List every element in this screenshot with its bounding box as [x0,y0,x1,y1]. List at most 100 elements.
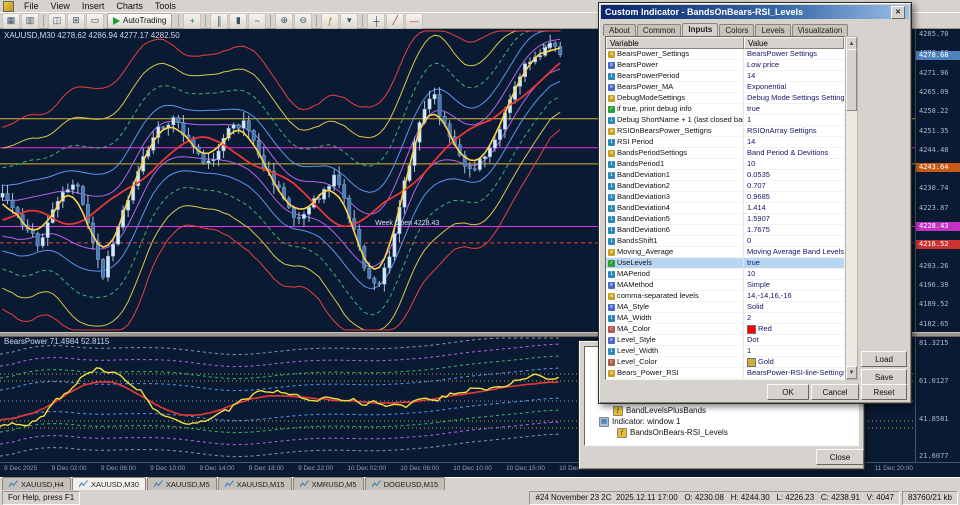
input-row[interactable]: 1BandDeviation41.414 [606,203,844,214]
input-row[interactable]: aDebugModeSettingsDebug Mode Settings Se… [606,93,844,104]
reset-button[interactable]: Reset [861,384,907,400]
input-value-cell[interactable]: Red [744,324,844,334]
table-scrollbar[interactable]: ▲ ▼ [845,36,858,380]
menu-view[interactable]: View [45,0,76,12]
app-icon[interactable] [3,1,14,12]
input-row[interactable]: aBears_Power_RSIBearsPower-RSI-line-Sett… [606,368,844,379]
menu-insert[interactable]: Insert [76,0,111,12]
input-row[interactable]: ≡Level_StyleDot [606,335,844,346]
terminal-icon[interactable]: ▭ [86,13,104,29]
menu-file[interactable]: File [18,0,45,12]
input-row[interactable]: aBandsPeriodSettingsBand Period & Deviti… [606,148,844,159]
crosshair-icon[interactable]: ┼ [367,13,385,29]
menu-tools[interactable]: Tools [149,0,182,12]
input-value-cell[interactable]: RSIOnArray Settigns [744,126,844,136]
zoom-in-icon[interactable]: ⊕ [275,13,293,29]
input-row[interactable]: ✓if true, print debug infotrue [606,104,844,115]
input-value-cell[interactable]: Simple [744,280,844,290]
navigator-icon[interactable]: ⊞ [67,13,85,29]
dialog-tab-about[interactable]: About [603,24,636,36]
chart-tab-xauusd-m30[interactable]: XAUUSD,M30 [72,477,146,490]
input-row[interactable]: 1BandsShift10 [606,236,844,247]
chart-tab-xauusd-m5[interactable]: XAUUSD,M5 [147,477,217,490]
trendline-icon[interactable]: ╱ [386,13,404,29]
input-row[interactable]: 1RSI Period14 [606,137,844,148]
input-row[interactable]: 1Debug ShortName + 1 (last closed bar)1 [606,115,844,126]
input-row[interactable]: 1BandsPeriod110 [606,159,844,170]
market-watch-icon[interactable]: ◫ [48,13,66,29]
chart-profiles-icon[interactable]: ▥ [21,13,39,29]
dialog-tab-levels[interactable]: Levels [755,24,790,36]
input-row[interactable]: ≡MAMethodSimple [606,280,844,291]
input-value-cell[interactable]: true [744,258,844,268]
input-row[interactable]: 1MA_Width2 [606,313,844,324]
input-value-cell[interactable]: 1 [744,115,844,125]
chart-tab-dogeusd-m15[interactable]: DOGEUSD,M15 [365,477,446,490]
input-row[interactable]: 1RSI_Style0 [606,379,844,380]
autotrading-button[interactable]: AutoTrading [107,13,172,29]
input-value-cell[interactable]: Dot [744,335,844,345]
scroll-down-icon[interactable]: ▼ [846,366,857,379]
input-row[interactable]: 1MAPeriod10 [606,269,844,280]
input-value-cell[interactable]: 1.5907 [744,214,844,224]
indicator-list-item[interactable]: ƒBandsOnBears-RSI_Levels [585,427,858,438]
input-value-cell[interactable]: 14 [744,137,844,147]
close-button[interactable]: Close [816,449,864,465]
input-value-cell[interactable]: 1 [744,346,844,356]
input-row[interactable]: 1BandDeviation51.5907 [606,214,844,225]
input-value-cell[interactable]: Solid [744,302,844,312]
input-row[interactable]: 1BandDeviation61.7675 [606,225,844,236]
input-row[interactable]: ✓UseLevelstrue [606,258,844,269]
input-value-cell[interactable]: 2 [744,313,844,323]
dialog-title-bar[interactable]: Custom Indicator - BandsOnBears-RSI_Leve… [601,5,909,19]
cancel-button[interactable]: Cancel [811,384,859,400]
input-value-cell[interactable]: Gold [744,357,844,367]
input-row[interactable]: ≡BearsPower_MAExponential [606,82,844,93]
input-value-cell[interactable]: 14,-14,16,-16 [744,291,844,301]
input-value-cell[interactable]: BearsPower-RSI-line-Settings [744,368,844,378]
input-row[interactable]: aBearsPower_SettingsBearsPower Settings [606,49,844,60]
input-value-cell[interactable]: Moving Average Band Levels [744,247,844,257]
indicator-axis[interactable]: 81.321561.012741.858121.6077 [915,335,960,462]
save-button[interactable]: Save [861,369,907,385]
load-button[interactable]: Load [861,351,907,367]
menu-charts[interactable]: Charts [110,0,149,12]
input-value-cell[interactable]: Debug Mode Settings Settings [744,93,844,103]
input-row[interactable]: 1BandDeviation10.0535 [606,170,844,181]
scrollbar-thumb[interactable] [846,49,857,111]
input-value-cell[interactable]: 10 [744,269,844,279]
input-value-cell[interactable]: BearsPower Settings [744,49,844,59]
input-value-cell[interactable]: 0.9685 [744,192,844,202]
input-value-cell[interactable]: Band Period & Devitions [744,148,844,158]
dialog-close-icon[interactable]: ✕ [891,6,905,19]
price-axis[interactable]: 4285.704278.834271.964265.094258.224251.… [915,29,960,332]
input-row[interactable]: ≡BearsPowerLow price [606,60,844,71]
periods-icon[interactable]: ▾ [340,13,358,29]
dialog-tab-visualization[interactable]: Visualization [792,24,849,36]
input-row[interactable]: aMoving_AverageMoving Average Band Level… [606,247,844,258]
input-value-cell[interactable]: 1.7675 [744,225,844,235]
input-row[interactable]: ≡MA_StyleSolid [606,302,844,313]
input-row[interactable]: cLevel_ColorGold [606,357,844,368]
input-value-cell[interactable]: 14 [744,71,844,81]
input-value-cell[interactable]: Exponential [744,82,844,92]
column-header-value[interactable]: Value [744,37,844,49]
input-value-cell[interactable]: 0.707 [744,181,844,191]
input-value-cell[interactable]: 10 [744,159,844,169]
indicators-icon[interactable]: ƒ [321,13,339,29]
input-value-cell[interactable]: true [744,104,844,114]
input-value-cell[interactable]: 0 [744,379,844,380]
chart-tab-xauusd-m15[interactable]: XAUUSD,M15 [218,477,292,490]
input-row[interactable]: aRSIOnBearsPower_SettignsRSIOnArray Sett… [606,126,844,137]
dialog-tab-inputs[interactable]: Inputs [682,23,718,36]
chart-tab-xmrusd-m5[interactable]: XMRUSD,M5 [293,477,364,490]
input-value-cell[interactable]: 1.414 [744,203,844,213]
indicator-list-item[interactable]: ▤Indicator: window 1 [585,416,858,427]
hline-icon[interactable]: ― [405,13,423,29]
dialog-tab-common[interactable]: Common [637,24,681,36]
column-header-variable[interactable]: Variable [606,37,744,49]
line-chart-icon[interactable]: ~ [248,13,266,29]
input-row[interactable]: acomma-separated levels14,-14,16,-16 [606,291,844,302]
candlestick-chart-icon[interactable]: ▮ [229,13,247,29]
input-row[interactable]: 1BandDeviation30.9685 [606,192,844,203]
